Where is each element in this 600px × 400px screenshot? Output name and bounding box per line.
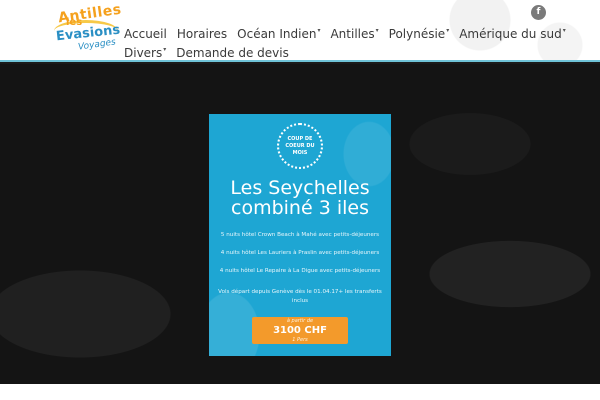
chevron-down-icon: ▾ <box>317 26 321 34</box>
promo-badge: COUP DE COEUR DU MOIS <box>285 136 315 156</box>
page-bottom-strip <box>0 384 600 400</box>
price-button[interactable]: à partir de 3100 CHF 1 Pers <box>252 317 348 344</box>
nav-item-divers[interactable]: Divers▾ <box>124 46 166 60</box>
price-prefix: à partir de <box>286 318 314 324</box>
promo-line: 4 nuits hôtel Les Lauriers à Praslin ave… <box>220 250 380 256</box>
nav-row-1: Accueil Horaires Océan Indien▾ Antilles▾… <box>124 24 576 43</box>
facebook-icon[interactable]: f <box>531 5 546 20</box>
price-value: 3100 CHF <box>273 325 327 336</box>
chevron-down-icon: ▾ <box>163 45 167 53</box>
promo-line: Vols départ depuis Genève dès le 01.04.1… <box>218 289 382 304</box>
promo-card[interactable]: COUP DE COEUR DU MOIS Les Seychelles com… <box>209 114 391 356</box>
chevron-down-icon: ▾ <box>446 26 450 34</box>
site-header: Antilles les Evasions Voyages Accueil Ho… <box>0 0 600 62</box>
nav-item-antilles[interactable]: Antilles▾ <box>330 27 378 41</box>
promo-title: Les Seychelles combiné 3 iles <box>230 177 370 219</box>
nav-item-polynesie[interactable]: Polynésie▾ <box>389 27 450 41</box>
site-logo[interactable]: Antilles les Evasions Voyages <box>54 2 123 56</box>
nav-item-demande-de-devis[interactable]: Demande de devis <box>176 46 289 60</box>
nav-row-2: Divers▾ Demande de devis <box>124 43 299 62</box>
nav-item-ocean-indien[interactable]: Océan Indien▾ <box>237 27 320 41</box>
nav-item-amerique-du-sud[interactable]: Amérique du sud▾ <box>459 27 566 41</box>
chevron-down-icon: ▾ <box>562 26 566 34</box>
nav-item-horaires[interactable]: Horaires <box>177 27 227 41</box>
promo-line: 5 nuits hôtel Crown Beach à Mahé avec pe… <box>220 232 380 238</box>
promo-line: 4 nuits hôtel Le Repaire à La Digue avec… <box>219 268 381 274</box>
price-suffix: 1 Pers <box>292 337 308 343</box>
chevron-down-icon: ▾ <box>375 26 379 34</box>
nav-item-accueil[interactable]: Accueil <box>124 27 167 41</box>
